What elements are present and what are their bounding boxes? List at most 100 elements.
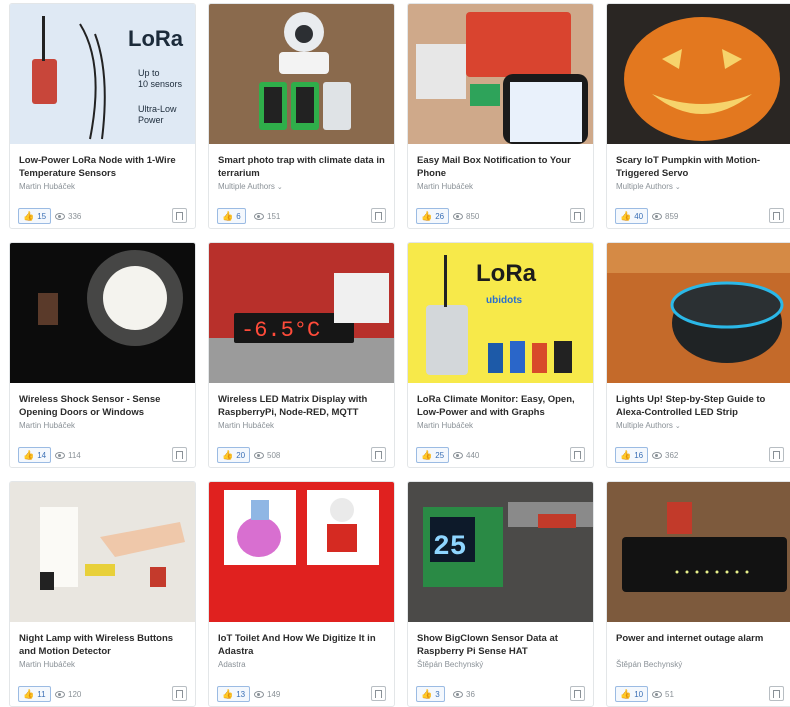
bookmark-icon bbox=[375, 450, 382, 459]
project-title[interactable]: LoRa Climate Monitor: Easy, Open, Low-Po… bbox=[417, 393, 585, 419]
project-title[interactable]: Wireless LED Matrix Display with Raspber… bbox=[218, 393, 386, 419]
view-stat: 859 bbox=[652, 212, 678, 221]
project-title[interactable]: Smart photo trap with climate data in te… bbox=[218, 154, 386, 180]
thumbnail-image bbox=[607, 243, 790, 383]
project-card[interactable]: 25 Show BigClown Sensor Data at Raspberr… bbox=[407, 481, 594, 707]
thumbnail-image bbox=[10, 482, 195, 622]
project-thumbnail[interactable] bbox=[10, 482, 195, 622]
project-card[interactable]: Wireless Shock Sensor - Sense Opening Do… bbox=[9, 242, 196, 468]
project-author[interactable]: Martin Hubáček bbox=[218, 421, 274, 430]
project-thumbnail[interactable]: 25 bbox=[408, 482, 593, 622]
project-thumbnail[interactable] bbox=[408, 4, 593, 144]
project-thumbnail[interactable]: LoRa Up to 10 sensors Ultra-Low Power bbox=[10, 4, 195, 144]
eye-icon bbox=[453, 452, 463, 459]
project-title[interactable]: Wireless Shock Sensor - Sense Opening Do… bbox=[19, 393, 187, 419]
project-thumbnail[interactable] bbox=[607, 482, 790, 622]
eye-icon bbox=[254, 452, 264, 459]
project-title[interactable]: IoT Toilet And How We Digitize It in Ada… bbox=[218, 632, 386, 658]
project-author[interactable]: Štěpán Bechynský bbox=[417, 660, 483, 669]
project-author[interactable]: Multiple Authors ⌄ bbox=[616, 421, 681, 430]
bookmark-button[interactable] bbox=[371, 447, 386, 462]
like-button[interactable]: 👍 14 bbox=[18, 447, 52, 463]
bookmark-button[interactable] bbox=[371, 686, 386, 701]
project-card[interactable]: Scary IoT Pumpkin with Motion-Triggered … bbox=[606, 3, 790, 229]
project-title[interactable]: Low-Power LoRa Node with 1-Wire Temperat… bbox=[19, 154, 187, 180]
project-card[interactable]: LoRa ubidots LoRa Climate Monitor: Easy,… bbox=[407, 242, 594, 468]
like-button[interactable]: 👍 15 bbox=[18, 208, 52, 224]
like-count: 11 bbox=[37, 689, 46, 699]
author-name: Martin Hubáček bbox=[19, 182, 76, 191]
like-button[interactable]: 👍 16 bbox=[615, 447, 649, 463]
like-button[interactable]: 👍 6 bbox=[217, 208, 246, 224]
bookmark-button[interactable] bbox=[570, 208, 585, 223]
like-button[interactable]: 👍 13 bbox=[217, 686, 251, 702]
view-count: 362 bbox=[665, 451, 679, 460]
bookmark-button[interactable] bbox=[769, 447, 784, 462]
project-thumbnail[interactable] bbox=[607, 243, 790, 383]
project-author[interactable]: Martin Hubáček bbox=[417, 421, 473, 430]
thumbnail-image bbox=[209, 482, 394, 622]
project-card[interactable]: Easy Mail Box Notification to Your Phone… bbox=[407, 3, 594, 229]
project-title[interactable]: Power and internet outage alarm bbox=[616, 632, 784, 645]
chevron-down-icon: ⌄ bbox=[276, 184, 283, 191]
thumbnail-image bbox=[607, 4, 790, 144]
project-card[interactable]: Night Lamp with Wireless Buttons and Mot… bbox=[9, 481, 196, 707]
thumbs-up-icon: 👍 bbox=[421, 688, 433, 699]
like-button[interactable]: 👍 40 bbox=[615, 208, 649, 224]
like-button[interactable]: 👍 10 bbox=[615, 686, 649, 702]
thumb-label: ubidots bbox=[486, 295, 523, 306]
bookmark-button[interactable] bbox=[172, 686, 187, 701]
view-count: 151 bbox=[267, 212, 281, 221]
project-card[interactable]: LoRa Up to 10 sensors Ultra-Low Power Lo… bbox=[9, 3, 196, 229]
project-title[interactable]: Lights Up! Step-by-Step Guide to Alexa-C… bbox=[616, 393, 784, 419]
bookmark-button[interactable] bbox=[570, 686, 585, 701]
author-name: Martin Hubáček bbox=[19, 660, 76, 669]
bookmark-button[interactable] bbox=[769, 686, 784, 701]
project-card[interactable]: Power and internet outage alarm Štěpán B… bbox=[606, 481, 790, 707]
bookmark-button[interactable] bbox=[371, 208, 386, 223]
project-author[interactable]: Multiple Authors ⌄ bbox=[616, 182, 681, 191]
project-author[interactable]: Martin Hubáček bbox=[417, 182, 473, 191]
project-thumbnail[interactable]: LoRa ubidots bbox=[408, 243, 593, 383]
bookmark-button[interactable] bbox=[769, 208, 784, 223]
project-author[interactable]: Štěpán Bechynský bbox=[616, 660, 682, 669]
author-name: Martin Hubáček bbox=[417, 421, 474, 430]
project-title[interactable]: Night Lamp with Wireless Buttons and Mot… bbox=[19, 632, 187, 658]
project-author[interactable]: Multiple Authors ⌄ bbox=[218, 182, 283, 191]
project-author[interactable]: Martin Hubáček bbox=[19, 182, 75, 191]
view-count: 508 bbox=[267, 451, 281, 460]
view-stat: 508 bbox=[254, 451, 280, 460]
like-button[interactable]: 👍 3 bbox=[416, 686, 445, 702]
author-name: Martin Hubáček bbox=[19, 421, 76, 430]
author-name: Štěpán Bechynský bbox=[417, 660, 484, 669]
project-thumbnail[interactable] bbox=[10, 243, 195, 383]
project-thumbnail[interactable] bbox=[209, 4, 394, 144]
bookmark-button[interactable] bbox=[172, 208, 187, 223]
project-author[interactable]: Adastra bbox=[218, 660, 246, 669]
project-thumbnail[interactable] bbox=[209, 482, 394, 622]
project-card[interactable]: Lights Up! Step-by-Step Guide to Alexa-C… bbox=[606, 242, 790, 468]
project-thumbnail[interactable]: -6.5°C bbox=[209, 243, 394, 383]
view-count: 850 bbox=[466, 212, 480, 221]
project-author[interactable]: Martin Hubáček bbox=[19, 660, 75, 669]
project-card[interactable]: IoT Toilet And How We Digitize It in Ada… bbox=[208, 481, 395, 707]
project-author[interactable]: Martin Hubáček bbox=[19, 421, 75, 430]
bookmark-button[interactable] bbox=[172, 447, 187, 462]
like-count: 25 bbox=[435, 450, 445, 460]
project-card[interactable]: Smart photo trap with climate data in te… bbox=[208, 3, 395, 229]
like-button[interactable]: 👍 11 bbox=[18, 686, 51, 702]
view-stat: 51 bbox=[652, 690, 674, 699]
like-button[interactable]: 👍 25 bbox=[416, 447, 450, 463]
like-button[interactable]: 👍 26 bbox=[416, 208, 450, 224]
project-title[interactable]: Show BigClown Sensor Data at Raspberry P… bbox=[417, 632, 585, 658]
bookmark-icon bbox=[773, 211, 780, 220]
project-card[interactable]: -6.5°C Wireless LED Matrix Display with … bbox=[208, 242, 395, 468]
project-title[interactable]: Easy Mail Box Notification to Your Phone bbox=[417, 154, 585, 180]
like-count: 20 bbox=[236, 450, 246, 460]
bookmark-button[interactable] bbox=[570, 447, 585, 462]
like-button[interactable]: 👍 20 bbox=[217, 447, 251, 463]
card-footer: 👍 15 336 bbox=[10, 204, 195, 228]
thumbnail-image bbox=[10, 243, 195, 383]
project-title[interactable]: Scary IoT Pumpkin with Motion-Triggered … bbox=[616, 154, 784, 180]
project-thumbnail[interactable] bbox=[607, 4, 790, 144]
